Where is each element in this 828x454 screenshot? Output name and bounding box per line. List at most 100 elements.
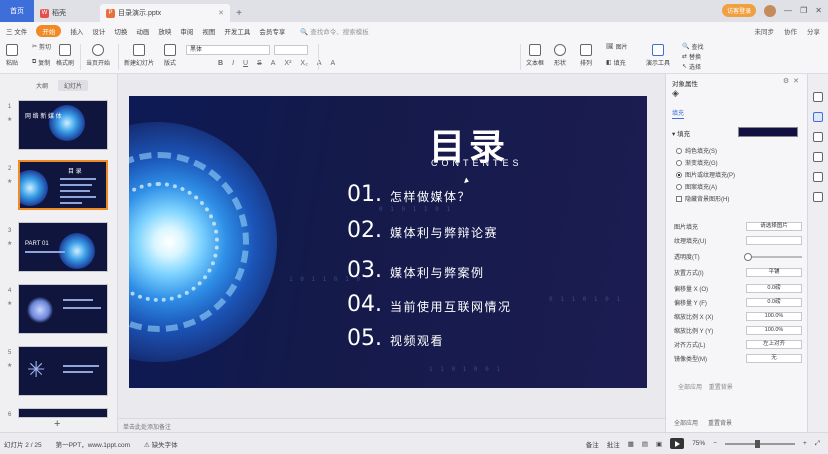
slide-thumbnail-1[interactable]: 网 络 新 媒 体 — [18, 100, 108, 150]
cut-button[interactable]: ✂ 剪切 — [32, 42, 51, 51]
offset-x-stepper[interactable]: 0.0磅 — [746, 284, 802, 293]
tab-outline[interactable]: 大纲 — [30, 80, 54, 91]
help-icon[interactable] — [813, 192, 823, 202]
font-name-select[interactable]: 黑体 — [186, 45, 270, 55]
menu-animation[interactable]: 动画 — [136, 26, 149, 36]
tab-docer[interactable]: W 稻壳 — [34, 4, 100, 22]
replace-button[interactable]: ⇄ 替换 — [682, 52, 701, 61]
sorter-view-icon[interactable]: ▤ — [642, 440, 648, 448]
fill-button[interactable]: ◧ 填充 — [606, 58, 626, 67]
avatar[interactable] — [764, 4, 777, 17]
animation-icon[interactable] — [813, 132, 823, 142]
format-painter-button[interactable]: 格式刷 — [56, 44, 74, 67]
command-search[interactable]: 🔍 查找命令、搜索模板 — [300, 26, 368, 36]
scale-x-stepper[interactable]: 100.0% — [746, 312, 802, 321]
fill-option-pattern[interactable]: 图案填充(A) — [676, 182, 717, 191]
hide-background-checkbox[interactable]: 隐藏背景图形(H) — [676, 194, 729, 203]
strikethrough-button[interactable]: S — [257, 60, 262, 67]
slide-thumbnail-6[interactable] — [18, 408, 108, 418]
paste-button[interactable]: 粘贴 — [6, 44, 18, 67]
panel-close-icon[interactable]: ✕ — [793, 78, 803, 85]
picture-fill-select[interactable]: 请选择图片 — [746, 222, 802, 231]
superscript-button[interactable]: X² — [284, 60, 291, 67]
reset-background-button[interactable]: 重置背景 — [709, 385, 733, 391]
menu-review[interactable]: 审阅 — [180, 26, 193, 36]
font-color-button[interactable]: A — [271, 60, 276, 67]
menu-transition[interactable]: 切换 — [114, 26, 127, 36]
toc-item[interactable]: 05. 视频观看 — [347, 326, 444, 351]
current-slide[interactable]: 0 1 0 1 1 0 1 1 0 1 1 0 1 0 0 1 1 0 1 0 … — [129, 96, 647, 388]
menu-developer[interactable]: 开发工具 — [224, 26, 250, 36]
tab-active-document[interactable]: P 目录演示.pptx ✕ — [100, 4, 230, 22]
menu-design[interactable]: 设计 — [92, 26, 105, 36]
notes-toggle-button[interactable]: 备注 — [586, 439, 599, 449]
bold-button[interactable]: B — [218, 60, 223, 67]
mirror-select[interactable]: 无 — [746, 354, 802, 363]
slide-thumbnail-5[interactable]: ✳ — [18, 346, 108, 396]
slide-thumbnail-2[interactable]: 目 录 — [18, 160, 108, 210]
adjust-icon[interactable] — [813, 112, 823, 122]
picture-button[interactable]: 🖼 图片 — [606, 42, 628, 51]
tab-fill[interactable]: 填充 — [672, 108, 685, 119]
restore-icon[interactable]: ❐ — [800, 6, 807, 15]
menu-file[interactable]: 三 文件 — [6, 26, 27, 36]
textbox-button[interactable]: 文本框 — [526, 44, 544, 67]
comments-toggle-button[interactable]: 批注 — [607, 439, 620, 449]
sync-button[interactable]: 未同步 — [755, 26, 775, 36]
zoom-in-icon[interactable]: + — [803, 440, 807, 447]
slideshow-play-button[interactable] — [670, 438, 685, 449]
transparency-slider[interactable] — [744, 252, 802, 261]
copy-button[interactable]: ⧉ 复制 — [32, 58, 50, 67]
underline-button[interactable]: U — [243, 60, 248, 67]
login-button[interactable]: 访客登录 — [722, 4, 757, 17]
panel-settings-icon[interactable]: ⚙ — [783, 78, 793, 85]
select-button[interactable]: ↖ 选择 — [682, 62, 701, 71]
missing-font-button[interactable]: ⚠ 缺失字体 — [144, 439, 178, 449]
alignment-select[interactable]: 左上对齐 — [746, 340, 802, 349]
property-icon[interactable] — [813, 92, 823, 102]
tab-home[interactable]: 首页 — [0, 0, 34, 22]
add-slide-button[interactable]: + — [54, 418, 60, 430]
share-button[interactable]: 分享 — [807, 26, 820, 36]
offset-y-stepper[interactable]: 0.0磅 — [746, 298, 802, 307]
share-icon[interactable] — [813, 152, 823, 162]
shape-button[interactable]: 形状 — [554, 44, 566, 67]
menu-home[interactable]: 开始 — [36, 25, 62, 37]
text-effect-button[interactable]: A — [330, 60, 335, 67]
slide-thumbnail-3[interactable]: PART 01 — [18, 222, 108, 272]
fill-option-picture[interactable]: 图片或纹理填充(P) — [676, 170, 735, 179]
layout-button[interactable]: 版式 — [164, 44, 176, 67]
notes-input[interactable]: 单击此处添加备注 — [119, 418, 665, 432]
menu-view[interactable]: 视图 — [202, 26, 215, 36]
italic-button[interactable]: I — [232, 60, 234, 67]
texture-fill-select[interactable] — [746, 236, 802, 245]
fill-section-header[interactable]: ▾ 填充 — [672, 128, 690, 138]
arrange-button[interactable]: 排列 — [580, 44, 592, 67]
minimize-icon[interactable]: — — [784, 6, 792, 15]
toc-item[interactable]: 02. 媒体利与弊辩论赛 — [347, 218, 498, 243]
footer-reset-button[interactable]: 重置背景 — [708, 418, 732, 427]
toc-item[interactable]: 04. 当前使用互联网情况 — [347, 292, 512, 317]
toc-item[interactable]: 01. 怎样做媒体？ — [347, 182, 471, 207]
menu-member[interactable]: 会员专享 — [259, 26, 285, 36]
toc-item[interactable]: 03. 媒体利与弊案例 — [347, 258, 485, 283]
placement-select[interactable]: 平铺 — [746, 268, 802, 277]
apply-all-button[interactable]: 全部应用 — [678, 385, 702, 391]
slide-thumbnail-4[interactable] — [18, 284, 108, 334]
slide-subtitle[interactable]: CONTENTES — [431, 158, 523, 168]
presenter-tools-button[interactable]: 演示工具 — [646, 44, 670, 67]
fit-window-icon[interactable]: ⤢ — [815, 440, 820, 448]
location-icon[interactable] — [813, 172, 823, 182]
tab-close-icon[interactable]: ✕ — [218, 9, 224, 17]
new-tab-button[interactable]: + — [230, 4, 248, 22]
fill-option-gradient[interactable]: 渐变填充(G) — [676, 158, 718, 167]
play-current-button[interactable]: 当页开始 — [86, 44, 110, 67]
find-button[interactable]: 🔍 查找 — [682, 42, 704, 51]
collaborate-button[interactable]: 协作 — [784, 26, 797, 36]
normal-view-icon[interactable]: ▦ — [628, 440, 634, 448]
close-icon[interactable]: ✕ — [815, 6, 822, 15]
zoom-slider[interactable] — [725, 439, 795, 448]
footer-apply-all-button[interactable]: 全部应用 — [674, 418, 698, 427]
zoom-level[interactable]: 75% — [692, 440, 705, 447]
reading-view-icon[interactable]: ▣ — [656, 440, 662, 448]
